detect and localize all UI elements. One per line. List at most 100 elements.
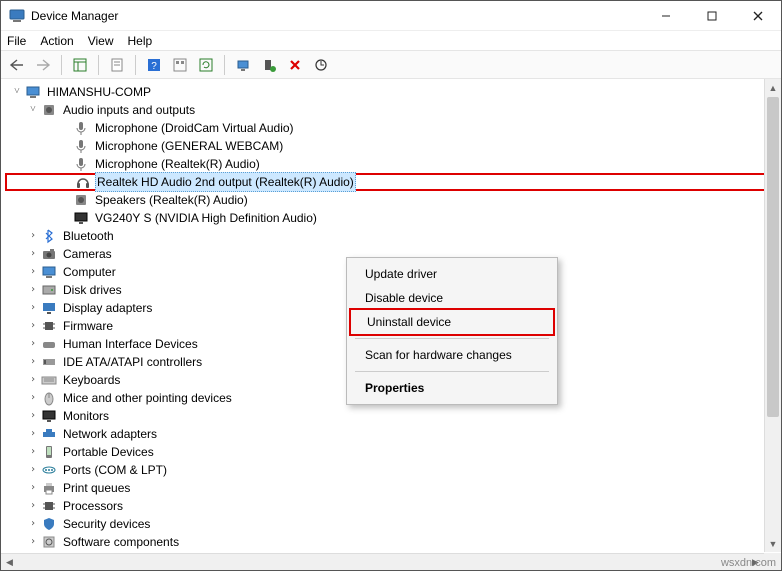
forward-button[interactable] xyxy=(31,54,55,76)
expander-closed-icon[interactable]: › xyxy=(27,353,39,371)
tree-label: Print queues xyxy=(61,479,132,497)
tree-row-audio-5[interactable]: VG240Y S (NVIDIA High Definition Audio) xyxy=(5,209,781,227)
device-tree-pane: ˅HIMANSHU-COMP˅Audio inputs and outputsM… xyxy=(1,79,781,570)
mic-icon xyxy=(73,138,89,154)
scroll-up-icon[interactable]: ▲ xyxy=(765,79,781,96)
tree-row-cat-10[interactable]: › Monitors xyxy=(5,407,781,425)
expander-closed-icon[interactable]: › xyxy=(27,533,39,551)
expander-closed-icon[interactable]: › xyxy=(27,389,39,407)
uninstall-device-button[interactable] xyxy=(283,54,307,76)
group-button[interactable] xyxy=(168,54,192,76)
tree-row-cat-17[interactable]: › Software components xyxy=(5,533,781,551)
headphone-icon xyxy=(75,174,91,190)
tree-label: Bluetooth xyxy=(61,227,116,245)
refresh-button[interactable] xyxy=(194,54,218,76)
expander-closed-icon[interactable]: › xyxy=(27,245,39,263)
expander-closed-icon[interactable]: › xyxy=(27,263,39,281)
scroll-thumb[interactable] xyxy=(767,97,779,417)
toolbar-separator xyxy=(224,55,225,75)
context-scan-hardware[interactable]: Scan for hardware changes xyxy=(349,343,555,367)
chip-icon xyxy=(41,498,57,514)
tree-row-audio-1[interactable]: Microphone (GENERAL WEBCAM) xyxy=(5,137,781,155)
tree-label: Display adapters xyxy=(61,299,154,317)
menu-file[interactable]: File xyxy=(7,34,26,48)
expander-closed-icon[interactable]: › xyxy=(27,515,39,533)
expander-closed-icon[interactable]: › xyxy=(27,425,39,443)
context-uninstall-device[interactable]: Uninstall device xyxy=(349,308,555,336)
tree-label: Disk drives xyxy=(61,281,124,299)
tree-label: Software components xyxy=(61,533,181,551)
help-button[interactable]: ? xyxy=(142,54,166,76)
menu-help[interactable]: Help xyxy=(128,34,153,48)
context-update-driver[interactable]: Update driver xyxy=(349,262,555,286)
expander-closed-icon[interactable]: › xyxy=(27,497,39,515)
tree-label: Speakers (Realtek(R) Audio) xyxy=(93,191,250,209)
tree-label: Cameras xyxy=(61,245,114,263)
tree-row-audio-0[interactable]: Microphone (DroidCam Virtual Audio) xyxy=(5,119,781,137)
printer-icon xyxy=(41,480,57,496)
tree-row-cat-14[interactable]: › Print queues xyxy=(5,479,781,497)
scan-hardware-button[interactable] xyxy=(309,54,333,76)
tree-row-cat-16[interactable]: › Security devices xyxy=(5,515,781,533)
titlebar: Device Manager xyxy=(1,1,781,31)
sw-icon xyxy=(41,534,57,550)
tree-label: Audio inputs and outputs xyxy=(61,101,197,119)
expander-open-icon[interactable]: ˅ xyxy=(27,101,39,119)
tree-label: Mice and other pointing devices xyxy=(61,389,234,407)
back-button[interactable] xyxy=(5,54,29,76)
expander-closed-icon[interactable]: › xyxy=(27,281,39,299)
tree-label: Monitors xyxy=(61,407,111,425)
expander-closed-icon[interactable]: › xyxy=(27,479,39,497)
show-hide-console-tree-button[interactable] xyxy=(68,54,92,76)
scroll-down-icon[interactable]: ▼ xyxy=(765,535,781,552)
tree-row-cat-12[interactable]: ›Portable Devices xyxy=(5,443,781,461)
expander-closed-icon[interactable]: › xyxy=(27,227,39,245)
expander-closed-icon[interactable]: › xyxy=(27,299,39,317)
expander-closed-icon[interactable]: › xyxy=(27,317,39,335)
mic-icon xyxy=(73,156,89,172)
tree-label: Human Interface Devices xyxy=(61,335,200,353)
expander-closed-icon[interactable]: › xyxy=(27,371,39,389)
close-button[interactable] xyxy=(735,1,781,31)
context-separator xyxy=(355,338,549,339)
tree-row-cat-15[interactable]: ›Processors xyxy=(5,497,781,515)
vertical-scrollbar[interactable]: ▲ ▼ xyxy=(764,79,781,552)
tree-row-audio-3[interactable]: Realtek HD Audio 2nd output (Realtek(R) … xyxy=(5,173,781,191)
expander-closed-icon[interactable]: › xyxy=(27,461,39,479)
pc-icon xyxy=(25,84,41,100)
maximize-button[interactable] xyxy=(689,1,735,31)
tree-row-audio-category[interactable]: ˅ Audio inputs and outputs xyxy=(5,101,781,119)
properties-button[interactable] xyxy=(105,54,129,76)
tree-label: Security devices xyxy=(61,515,152,533)
expander-open-icon[interactable]: ˅ xyxy=(11,83,23,101)
mouse-icon xyxy=(41,390,57,406)
tree-row-cat-0[interactable]: › Bluetooth xyxy=(5,227,781,245)
monitor-icon xyxy=(41,408,57,424)
window-title: Device Manager xyxy=(31,9,118,23)
scroll-left-icon[interactable]: ◀ xyxy=(1,554,18,570)
tree-label: Keyboards xyxy=(61,371,122,389)
net-icon xyxy=(41,426,57,442)
speaker-icon xyxy=(73,192,89,208)
tree-label: Firmware xyxy=(61,317,115,335)
expander-closed-icon[interactable]: › xyxy=(27,443,39,461)
hid-icon xyxy=(41,336,57,352)
menu-action[interactable]: Action xyxy=(40,34,73,48)
kb-icon xyxy=(41,372,57,388)
tree-row-root[interactable]: ˅HIMANSHU-COMP xyxy=(5,83,781,101)
tree-row-audio-4[interactable]: Speakers (Realtek(R) Audio) xyxy=(5,191,781,209)
tree-label: VG240Y S (NVIDIA High Definition Audio) xyxy=(93,209,319,227)
horizontal-scrollbar[interactable]: ◀ ▶ xyxy=(1,553,764,570)
expander-closed-icon[interactable]: › xyxy=(27,407,39,425)
context-disable-device[interactable]: Disable device xyxy=(349,286,555,310)
menu-view[interactable]: View xyxy=(88,34,114,48)
enable-device-button[interactable] xyxy=(257,54,281,76)
toolbar-separator xyxy=(135,55,136,75)
tree-row-cat-13[interactable]: ›Ports (COM & LPT) xyxy=(5,461,781,479)
update-driver-button[interactable] xyxy=(231,54,255,76)
minimize-button[interactable] xyxy=(643,1,689,31)
expander-closed-icon[interactable]: › xyxy=(27,335,39,353)
tree-row-cat-11[interactable]: ›Network adapters xyxy=(5,425,781,443)
context-properties[interactable]: Properties xyxy=(349,376,555,400)
tree-row-audio-2[interactable]: Microphone (Realtek(R) Audio) xyxy=(5,155,781,173)
